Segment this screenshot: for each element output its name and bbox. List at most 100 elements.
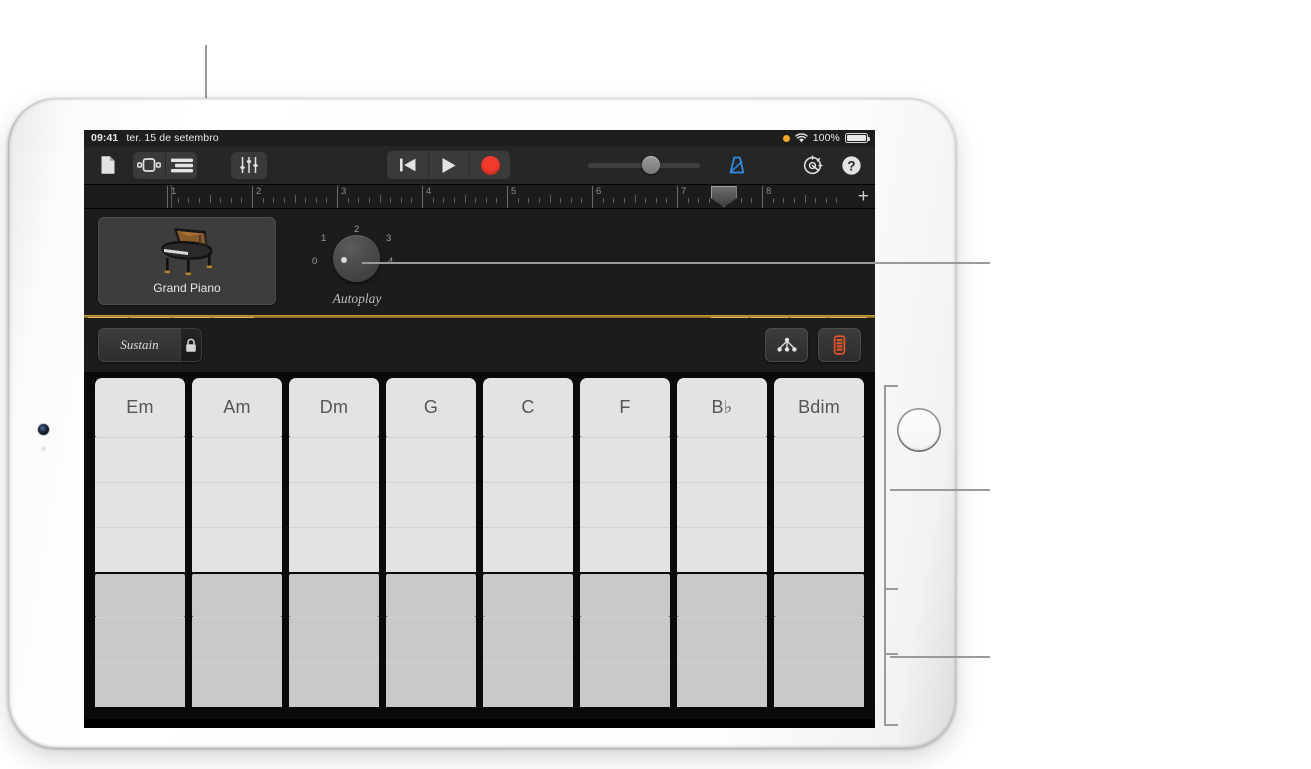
chord-button-voicing[interactable] xyxy=(580,481,670,527)
chord-button-root[interactable]: Am xyxy=(192,378,282,438)
chord-button-voicing[interactable] xyxy=(95,526,185,572)
chord-strips: Em Am Dm G C F B♭ Bdim xyxy=(84,372,875,719)
chord-button-voicing[interactable] xyxy=(95,481,185,527)
sustain-lock-button[interactable] xyxy=(180,328,202,362)
chord-button-voicing[interactable] xyxy=(386,573,476,618)
master-volume-slider[interactable] xyxy=(588,156,700,174)
chord-button-voicing[interactable] xyxy=(95,662,185,708)
chord-button-voicing[interactable] xyxy=(677,573,767,618)
chord-button-voicing[interactable] xyxy=(774,573,864,618)
chord-button-voicing[interactable] xyxy=(192,617,282,663)
chord-button-voicing[interactable] xyxy=(192,573,282,618)
chord-button-root[interactable]: Em xyxy=(95,378,185,438)
autoplay-knob[interactable] xyxy=(333,235,380,282)
my-songs-button[interactable] xyxy=(93,152,123,179)
chord-button-voicing[interactable] xyxy=(774,526,864,572)
chord-button-voicing[interactable] xyxy=(386,617,476,663)
chord-button-voicing[interactable] xyxy=(580,662,670,708)
faders-icon xyxy=(240,157,258,173)
svg-text:?: ? xyxy=(847,158,855,173)
chord-button-voicing[interactable] xyxy=(483,437,573,482)
chord-button-voicing[interactable] xyxy=(192,526,282,572)
chord-button-voicing[interactable] xyxy=(677,437,767,482)
ruler-sub-tick xyxy=(793,198,795,203)
chord-button-voicing[interactable] xyxy=(386,437,476,482)
chord-button-voicing[interactable] xyxy=(289,481,379,527)
chord-button-voicing[interactable] xyxy=(289,662,379,708)
chords-notes-button[interactable] xyxy=(765,328,808,362)
rewind-button[interactable] xyxy=(387,151,428,179)
metronome-button[interactable] xyxy=(724,155,750,175)
section-end-marker[interactable] xyxy=(710,186,737,207)
chord-button-voicing[interactable] xyxy=(580,573,670,618)
chord-button-voicing[interactable] xyxy=(677,526,767,572)
chord-button-voicing[interactable] xyxy=(386,526,476,572)
chord-button-root[interactable]: G xyxy=(386,378,476,438)
chord-button-voicing[interactable] xyxy=(774,662,864,708)
ruler-sub-tick xyxy=(655,198,657,203)
ruler-bar-label: 8 xyxy=(766,186,772,197)
chord-button-voicing[interactable] xyxy=(677,481,767,527)
ruler-sub-tick xyxy=(783,198,785,203)
keyboard-switch-button[interactable] xyxy=(818,328,861,362)
chord-button-voicing[interactable] xyxy=(483,662,573,708)
settings-button[interactable] xyxy=(802,152,823,179)
battery-percent: 100% xyxy=(812,132,840,144)
chord-button-voicing[interactable] xyxy=(774,437,864,482)
mixer-button[interactable] xyxy=(231,151,267,179)
view-toggle-button[interactable] xyxy=(133,152,165,179)
sustain-button[interactable]: Sustain xyxy=(98,328,180,362)
chord-button-voicing[interactable] xyxy=(483,617,573,663)
chord-button-voicing[interactable] xyxy=(483,481,573,527)
chord-button-voicing[interactable] xyxy=(580,437,670,482)
grand-piano-track[interactable]: Grand Piano xyxy=(98,217,276,305)
timeline-ruler[interactable]: 12345678 + xyxy=(84,185,875,209)
ruler-sub-tick xyxy=(464,195,466,203)
chords-notes-icon xyxy=(776,337,797,352)
ruler-sub-tick xyxy=(475,198,477,203)
ruler-bar-tick xyxy=(337,186,338,208)
chord-button-voicing[interactable] xyxy=(580,526,670,572)
chord-button-voicing[interactable] xyxy=(192,481,282,527)
ruler-sub-tick xyxy=(177,198,179,203)
record-button[interactable] xyxy=(469,151,510,179)
chord-button-voicing[interactable] xyxy=(192,662,282,708)
chord-button-voicing[interactable] xyxy=(483,573,573,618)
play-button[interactable] xyxy=(428,151,469,179)
chord-button-voicing[interactable] xyxy=(192,437,282,482)
chord-button-voicing[interactable] xyxy=(580,617,670,663)
chord-button-voicing[interactable] xyxy=(289,617,379,663)
chord-button-root[interactable]: Dm xyxy=(289,378,379,438)
chord-button-voicing[interactable] xyxy=(289,437,379,482)
chord-button-voicing[interactable] xyxy=(95,573,185,618)
chord-button-voicing[interactable] xyxy=(774,481,864,527)
help-button[interactable]: ? xyxy=(841,152,862,179)
chord-button-voicing[interactable] xyxy=(774,617,864,663)
chord-button-root[interactable]: Bdim xyxy=(774,378,864,438)
ruler-sub-tick xyxy=(496,198,498,203)
chord-button-voicing[interactable] xyxy=(95,617,185,663)
ruler-sub-tick xyxy=(283,198,285,203)
chord-button-root[interactable]: C xyxy=(483,378,573,438)
ruler-sub-tick xyxy=(294,195,296,203)
home-button[interactable] xyxy=(897,408,941,452)
chord-button-root[interactable]: B♭ xyxy=(677,378,767,438)
chord-button-voicing[interactable] xyxy=(289,573,379,618)
chord-button-voicing[interactable] xyxy=(677,662,767,708)
chord-label: Bdim xyxy=(798,397,840,418)
chord-button-voicing[interactable] xyxy=(677,617,767,663)
rewind-icon xyxy=(399,158,415,172)
chord-label: F xyxy=(619,397,631,418)
autoplay-control: 0 1 2 3 4 Autoplay xyxy=(312,223,442,315)
chord-button-root[interactable]: F xyxy=(580,378,670,438)
tracks-view-button[interactable] xyxy=(165,151,197,179)
chord-button-voicing[interactable] xyxy=(95,437,185,482)
grand-piano-label: Grand Piano xyxy=(153,281,221,295)
playhead[interactable] xyxy=(171,185,173,208)
chord-button-voicing[interactable] xyxy=(483,526,573,572)
chord-button-voicing[interactable] xyxy=(386,662,476,708)
chord-button-voicing[interactable] xyxy=(289,526,379,572)
add-section-button[interactable]: + xyxy=(858,187,869,206)
slider-knob[interactable] xyxy=(641,156,660,174)
chord-button-voicing[interactable] xyxy=(386,481,476,527)
